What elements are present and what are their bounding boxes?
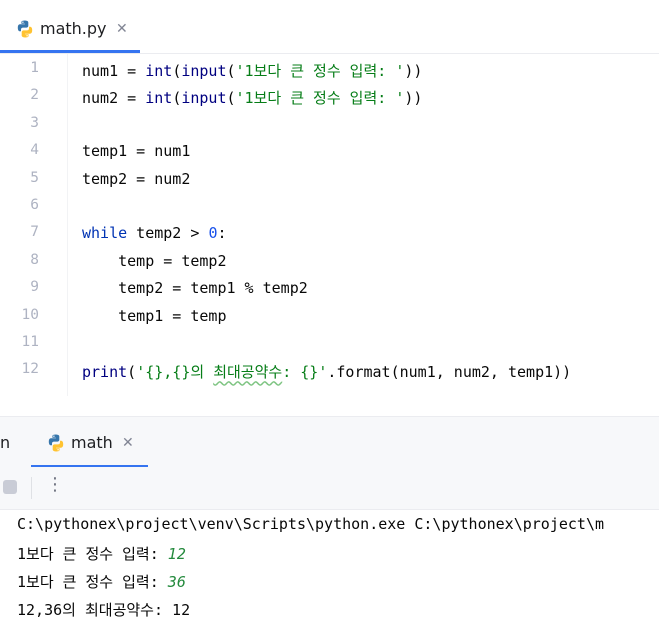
line-number: 1 (30, 60, 39, 76)
code-token: 최대공약수 (213, 363, 283, 382)
code-token: '{},{}의 (136, 363, 214, 382)
code-token: )) (404, 62, 423, 80)
code-token: temp1 = num1 (82, 142, 191, 161)
editor-tab-bar: math.py ✕ (0, 0, 659, 54)
line-number: 6 (30, 197, 39, 213)
run-toolbar: ⋮ (0, 467, 659, 509)
code-token: : {}' (282, 363, 328, 382)
code-token: '1보다 큰 정수 입력: ' (235, 62, 405, 80)
console-user-input: 36 (167, 573, 186, 591)
code-token: while (82, 224, 128, 243)
console-command-line: C:\pythonex\project\venv\Scripts\python.… (17, 515, 604, 533)
console-output[interactable]: C:\pythonex\project\venv\Scripts\python.… (0, 509, 659, 629)
code-token: .format(num1, num2, temp1)) (327, 363, 572, 382)
run-tab-math[interactable]: math ✕ (31, 417, 148, 468)
code-token: )) (404, 89, 423, 108)
console-user-input: 12 (167, 545, 186, 563)
code-token: ( (226, 62, 236, 80)
python-icon (17, 20, 33, 38)
code-line[interactable]: 10 temp1 = temp (0, 302, 659, 329)
line-number: 2 (30, 87, 39, 104)
code-line[interactable]: 4 temp1 = num1 (0, 137, 659, 164)
code-line[interactable]: 8 temp = temp2 (0, 247, 659, 274)
code-token: temp2 = temp1 % temp2 (82, 279, 308, 298)
line-number: 11 (21, 334, 39, 350)
line-number: 4 (30, 142, 39, 159)
console-prompt: 1보다 큰 정수 입력: (17, 545, 168, 563)
run-tool-window-header: n math ✕ (0, 416, 659, 468)
code-line[interactable]: 12 print('{},{}의 최대공약수: {}'.format(num1, … (0, 356, 659, 383)
code-token: temp2 > (127, 224, 209, 243)
line-number: 7 (30, 224, 39, 241)
run-tab-label: math (71, 433, 113, 452)
code-token: ( (226, 89, 236, 108)
active-tab-indicator (0, 50, 140, 53)
line-code: temp = temp2 (82, 251, 227, 270)
code-token: ( (127, 363, 137, 382)
close-icon[interactable]: ✕ (116, 22, 128, 36)
code-line[interactable]: 1 num1 = int(input('1보다 큰 정수 입력: ')) (0, 55, 659, 82)
console-result-line: 12,36의 최대공약수: 12 (17, 601, 191, 619)
python-icon (48, 434, 64, 452)
code-line[interactable]: 6 (0, 192, 659, 219)
code-token: num2 = (82, 89, 146, 108)
code-token: temp = temp2 (82, 251, 227, 270)
line-code: temp2 = temp1 % temp2 (82, 279, 308, 297)
code-token: print (82, 363, 128, 382)
code-line[interactable]: 7 while temp2 > 0: (0, 219, 659, 246)
code-token: int (145, 62, 173, 80)
line-number: 3 (30, 114, 39, 131)
code-token: ( (172, 89, 182, 108)
line-code: while temp2 > 0: (82, 224, 227, 242)
console-line: 1보다 큰 정수 입력: 12 (17, 543, 186, 564)
line-number: 10 (21, 306, 39, 323)
stop-icon[interactable] (3, 480, 17, 494)
code-line[interactable]: 3 (0, 110, 659, 137)
console-prompt: 1보다 큰 정수 입력: (17, 573, 168, 591)
line-code: temp2 = num2 (82, 170, 190, 188)
editor-tab-math-py[interactable]: math.py ✕ (0, 0, 140, 53)
line-code: num2 = int(input('1보다 큰 정수 입력: ')) (82, 87, 422, 108)
code-token: num1 = (82, 62, 146, 80)
code-token: input (181, 62, 227, 80)
code-line[interactable]: 2 num2 = int(input('1보다 큰 정수 입력: ')) (0, 82, 659, 109)
code-token: int (145, 89, 173, 108)
code-token: : (217, 224, 227, 243)
line-number: 5 (30, 169, 39, 186)
code-token: temp1 = temp (82, 306, 227, 325)
toolbar-separator (31, 477, 32, 499)
panel-gap (0, 396, 659, 416)
editor-tab-label: math.py (40, 19, 107, 38)
code-token: input (181, 89, 227, 108)
code-token: ( (172, 62, 182, 80)
close-icon[interactable]: ✕ (122, 436, 134, 450)
code-line[interactable]: 9 temp2 = temp1 % temp2 (0, 274, 659, 301)
code-editor[interactable]: 1 num1 = int(input('1보다 큰 정수 입력: ')) 2 num2… (0, 54, 659, 396)
code-token: '1보다 큰 정수 입력: ' (235, 89, 405, 108)
code-line[interactable]: 5 temp2 = num2 (0, 165, 659, 192)
more-options-icon[interactable]: ⋮ (46, 476, 64, 494)
line-number: 8 (30, 251, 39, 268)
line-number: 12 (21, 361, 39, 378)
code-line[interactable]: 11 (0, 329, 659, 356)
line-code: num1 = int(input('1보다 큰 정수 입력: ')) (82, 60, 422, 81)
line-code: temp1 = num1 (82, 142, 190, 160)
run-tool-window-title: n (0, 433, 11, 452)
line-code: print('{},{}의 최대공약수: {}'.format(num1, nu… (82, 361, 571, 382)
console-line: 1보다 큰 정수 입력: 36 (17, 571, 186, 592)
line-code: temp1 = temp (82, 306, 227, 325)
line-number: 9 (30, 279, 39, 296)
code-token: temp2 = num2 (82, 169, 191, 188)
